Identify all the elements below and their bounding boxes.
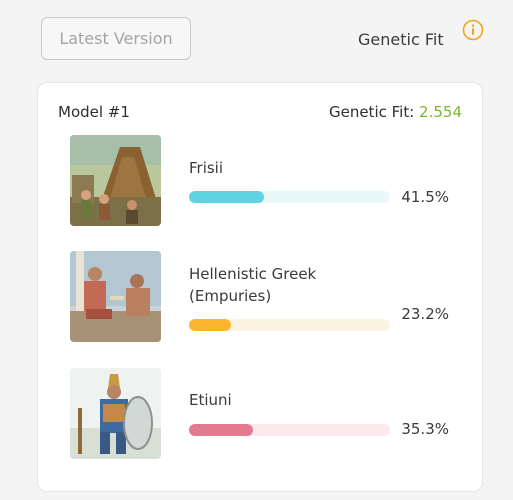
genetic-fit-heading: Genetic Fit — [358, 30, 444, 49]
population-name: Frisii — [189, 159, 224, 177]
model-genetic-fit: Genetic Fit: 2.554 — [329, 103, 462, 121]
population-name: Hellenistic Greek (Empuries) — [189, 263, 316, 307]
population-bar-track — [189, 424, 390, 436]
population-name: Etiuni — [189, 391, 232, 409]
population-bar-fill — [189, 191, 265, 203]
population-name-line2: (Empuries) — [189, 287, 272, 305]
population-thumbnail — [70, 368, 161, 459]
latest-version-button[interactable]: Latest Version — [41, 17, 191, 60]
population-percent: 41.5% — [401, 188, 449, 206]
model-card: Model #1 Genetic Fit: 2.554 Frisii 41.5%… — [37, 82, 483, 492]
info-icon[interactable] — [462, 19, 484, 41]
population-bar-fill — [189, 424, 253, 436]
model-fit-label: Genetic Fit: — [328, 103, 415, 121]
population-bar-track — [189, 191, 390, 203]
population-name-line1: Hellenistic Greek — [189, 265, 317, 283]
population-percent: 35.3% — [401, 420, 449, 438]
population-bar-track — [189, 319, 390, 331]
population-percent: 23.2% — [401, 305, 449, 323]
model-title: Model #1 — [58, 103, 130, 121]
population-thumbnail — [70, 135, 161, 226]
model-fit-value: 2.554 — [419, 103, 462, 121]
population-bar-fill — [189, 319, 231, 331]
population-thumbnail — [70, 251, 161, 342]
